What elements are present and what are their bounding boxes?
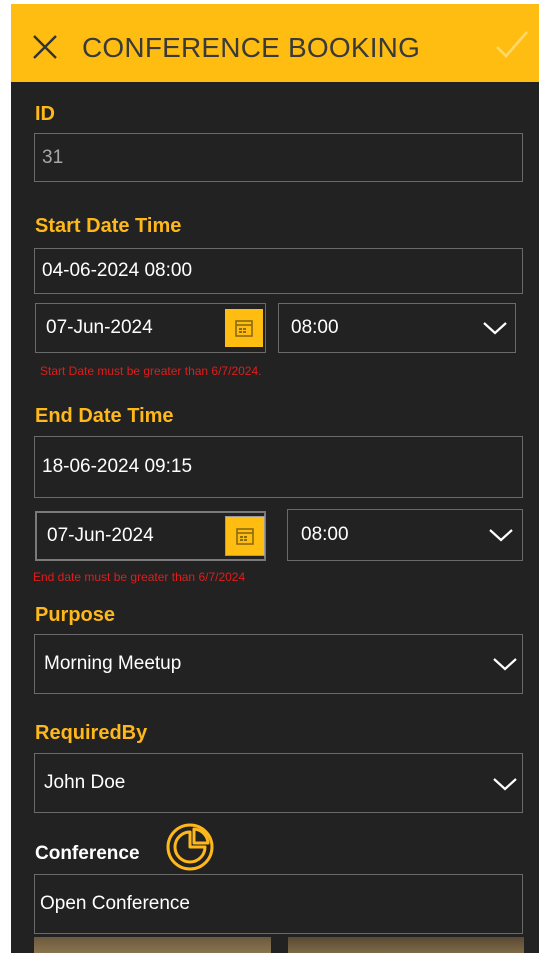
purpose-label: Purpose <box>35 604 116 626</box>
conference-label: Conference <box>35 843 140 864</box>
id-field: 31 <box>34 133 523 182</box>
start-date-error: Start Date must be greater than 6/7/2024… <box>40 364 262 378</box>
chevron-down-icon <box>489 529 513 542</box>
conference-room-image <box>288 937 524 953</box>
end-datetime-input[interactable]: 18-06-2024 09:15 <box>34 436 523 498</box>
booking-form-screen: CONFERENCE BOOKING ID 31 Start Date Time… <box>11 4 539 953</box>
end-calendar-button[interactable] <box>225 516 265 556</box>
close-icon[interactable] <box>31 33 59 61</box>
end-time-value: 08:00 <box>301 524 349 545</box>
required-by-label: RequiredBy <box>35 722 148 744</box>
start-time-value: 08:00 <box>291 317 339 338</box>
header-bar: CONFERENCE BOOKING <box>11 4 539 82</box>
conference-field[interactable]: Open Conference <box>34 874 523 934</box>
start-datetime-input[interactable]: 04-06-2024 08:00 <box>34 248 523 294</box>
conference-value: Open Conference <box>40 893 190 914</box>
purpose-select[interactable]: Morning Meetup <box>34 634 523 694</box>
page-title: CONFERENCE BOOKING <box>82 32 421 63</box>
purpose-value: Morning Meetup <box>44 653 182 674</box>
start-datetime-label: Start Date Time <box>35 215 182 237</box>
end-date-value: 07-Jun-2024 <box>47 525 154 546</box>
start-calendar-button[interactable] <box>225 309 263 347</box>
required-by-select[interactable]: John Doe <box>34 753 523 813</box>
calendar-icon <box>236 528 254 545</box>
start-date-value: 07-Jun-2024 <box>46 317 153 338</box>
check-icon[interactable] <box>491 28 531 62</box>
end-datetime-label: End Date Time <box>35 405 174 427</box>
calendar-icon <box>235 320 253 337</box>
start-time-select[interactable]: 08:00 <box>278 303 516 353</box>
conference-room-image <box>34 937 271 953</box>
conference-icon[interactable] <box>164 821 216 873</box>
end-date-error: End date must be greater than 6/7/2024 <box>33 570 246 584</box>
required-by-value: John Doe <box>44 772 126 793</box>
chevron-down-icon <box>483 322 507 335</box>
chevron-down-icon <box>493 658 517 671</box>
chevron-down-icon <box>493 778 517 791</box>
id-label: ID <box>35 103 55 125</box>
